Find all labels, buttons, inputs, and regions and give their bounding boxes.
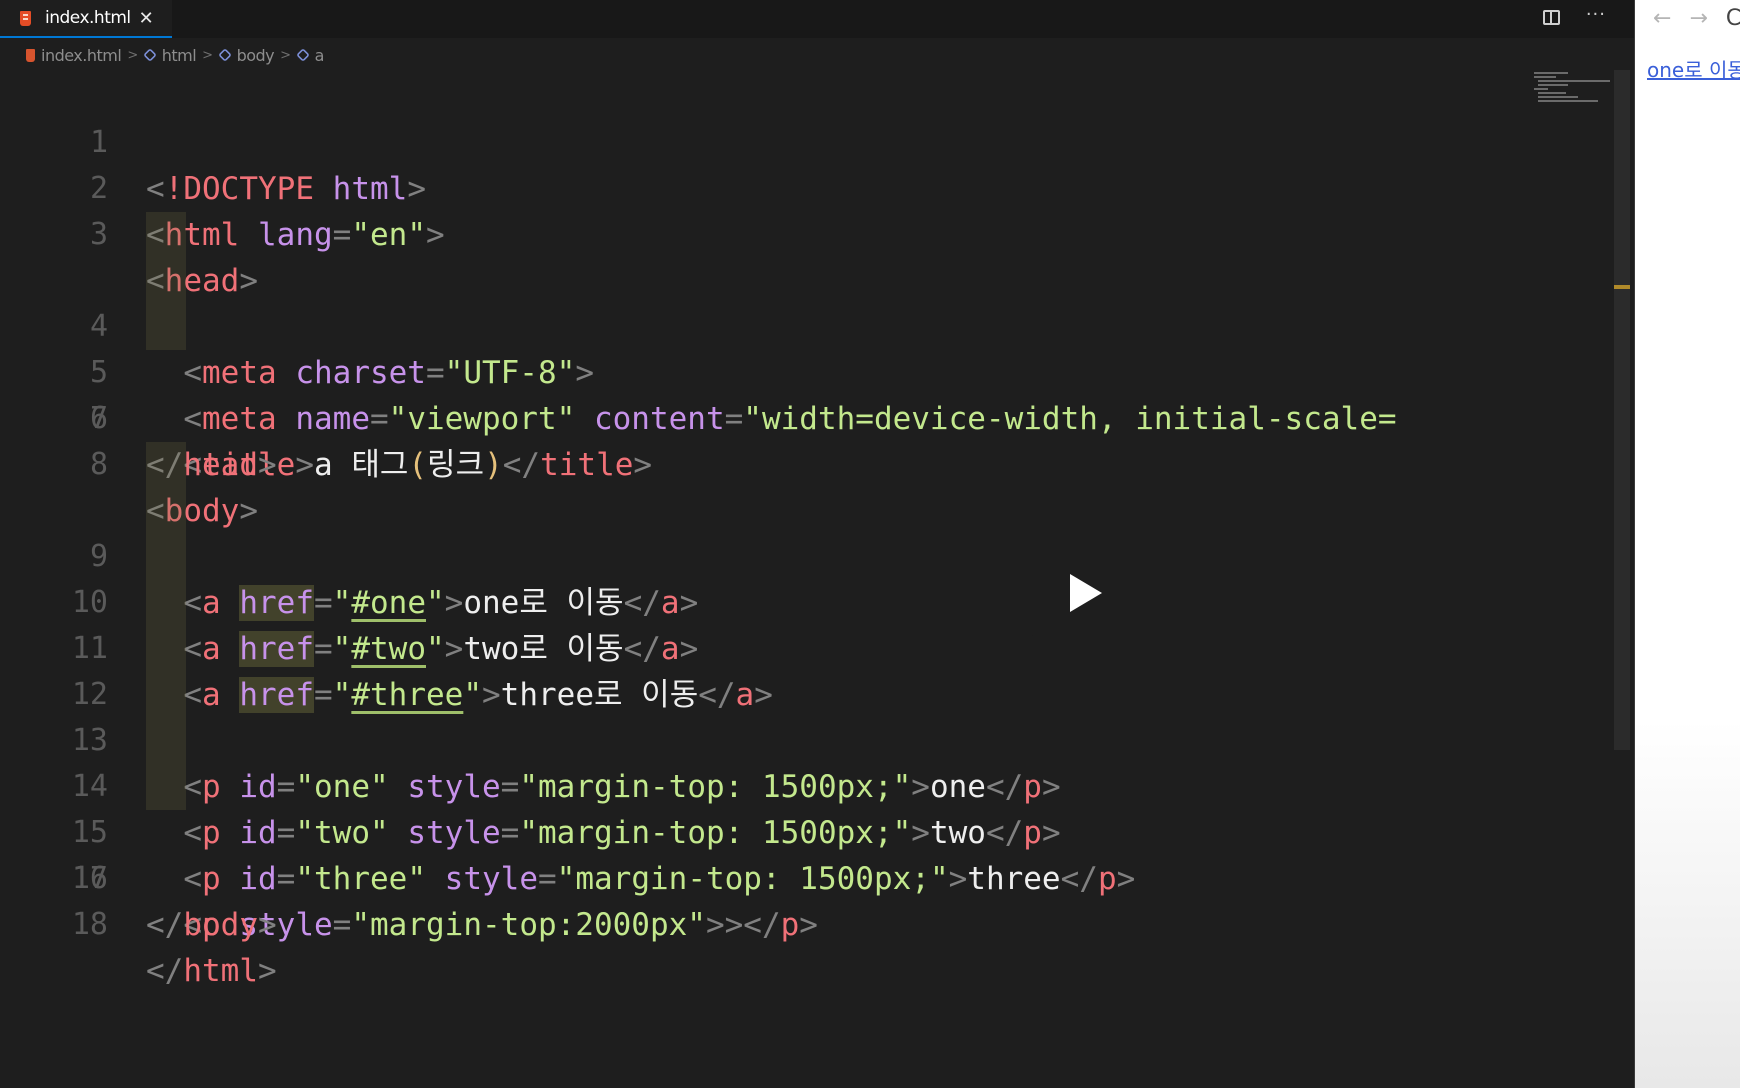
tab-bar: index.html ✕ ···	[0, 0, 1634, 38]
preview-background	[1635, 720, 1740, 1088]
more-actions-icon[interactable]: ···	[1586, 4, 1606, 25]
code-line: 7 </head>	[0, 350, 1530, 483]
code-line: 12	[0, 580, 1530, 712]
code-line: 9 <a href="#one">one로 이동</a>	[0, 442, 1530, 621]
code-line: 1 <!DOCTYPE html>	[0, 74, 1530, 207]
code-editor[interactable]: index.html ✕ ··· index.html > html > bod…	[0, 0, 1634, 1088]
minimap[interactable]	[1532, 70, 1612, 120]
html-element-icon	[217, 48, 232, 62]
tok: "margin-top:2000px"	[351, 907, 706, 943]
code-line: 11 <a href="#three">three로 이동</a>	[0, 534, 1530, 713]
indent-guide	[146, 442, 186, 488]
indent-guide	[146, 626, 186, 672]
tok: =	[332, 907, 352, 943]
code-line: 17 </body>	[0, 810, 1530, 943]
code-line: 13 <p id="one" style="margin-top: 1500px…	[0, 626, 1530, 805]
line-number: 18	[71, 907, 108, 942]
tok: p	[780, 907, 800, 943]
tok: >	[799, 907, 818, 943]
line-content: </html>	[146, 948, 277, 994]
breadcrumb-separator: >	[127, 47, 138, 63]
indent-guide	[146, 672, 186, 718]
forward-arrow-icon[interactable]: →	[1689, 6, 1707, 31]
tok: body	[183, 907, 258, 943]
code-line: 16 <p style="margin-top:2000px">></p>	[0, 764, 1530, 943]
html-file-icon	[20, 10, 31, 26]
code-line: 5 <meta name="viewport" content="width=d…	[0, 258, 1530, 437]
minimap-line	[1534, 76, 1556, 78]
breadcrumb-file[interactable]: index.html	[41, 46, 122, 65]
code-line: 10 <a href="#two">two로 이동</a>	[0, 488, 1530, 667]
code-line: 14 <p id="two" style="margin-top: 1500px…	[0, 672, 1530, 851]
code-line: 3 <head>	[0, 166, 1530, 299]
code-line: 18 </html>	[0, 856, 1530, 989]
minimap-line	[1534, 88, 1548, 90]
reload-icon[interactable]: C	[1726, 6, 1740, 31]
browser-preview: ← → C one로 이동	[1634, 0, 1740, 1088]
breadcrumb-body[interactable]: body	[237, 46, 275, 65]
minimap-line	[1538, 96, 1578, 98]
indent-guide	[146, 580, 186, 626]
tok: </	[146, 953, 184, 989]
code-line: 6 <title>a 태그(링크)</title>	[0, 304, 1530, 483]
tok: >	[257, 907, 277, 943]
editor-actions: ···	[1542, 4, 1606, 25]
tok: html	[183, 953, 258, 989]
indent-guide	[146, 258, 186, 304]
indent-guide	[146, 304, 186, 350]
tab-label: index.html	[45, 8, 131, 28]
code-line: 8 <body>	[0, 396, 1530, 529]
breadcrumb: index.html > html > body > a	[26, 44, 324, 66]
browser-nav: ← → C	[1653, 6, 1740, 31]
code-line: 15 <p id="three" style="margin-top: 1500…	[0, 718, 1530, 897]
back-arrow-icon[interactable]: ←	[1653, 6, 1671, 31]
minimap-line	[1538, 100, 1598, 102]
minimap-line	[1538, 80, 1610, 82]
minimap-line	[1538, 84, 1568, 86]
tok: ></	[724, 907, 781, 943]
scrollbar-marker	[1614, 285, 1630, 289]
indent-guide	[146, 718, 186, 764]
tok: </	[146, 907, 184, 943]
html-file-icon	[26, 48, 35, 62]
tab-index-html[interactable]: index.html ✕	[0, 0, 172, 38]
indent-guide	[146, 764, 186, 810]
play-icon	[1070, 574, 1102, 612]
code-area[interactable]: 1 <!DOCTYPE html> 2 <html lang="en"> 3 <…	[0, 74, 1530, 989]
tok: >	[705, 907, 725, 943]
breadcrumb-html[interactable]: html	[162, 46, 197, 65]
breadcrumb-a[interactable]: a	[315, 46, 325, 65]
breadcrumb-separator: >	[280, 47, 291, 63]
tok: >	[257, 953, 277, 989]
minimap-line	[1538, 92, 1566, 94]
code-line: 2 <html lang="en">	[0, 120, 1530, 253]
split-editor-icon[interactable]	[1542, 10, 1560, 25]
play-button[interactable]	[1022, 550, 1142, 636]
close-icon[interactable]: ✕	[139, 8, 154, 29]
preview-link-one[interactable]: one로 이동	[1647, 54, 1740, 83]
indent-guide	[146, 534, 186, 580]
minimap-line	[1534, 72, 1568, 74]
html-element-icon	[295, 48, 310, 62]
html-element-icon	[142, 48, 157, 62]
indent-guide	[146, 488, 186, 534]
code-line: 4 <meta charset="UTF-8">	[0, 212, 1530, 391]
screen: index.html ✕ ··· index.html > html > bod…	[0, 0, 1740, 1088]
vertical-scrollbar[interactable]	[1614, 70, 1630, 750]
breadcrumb-separator: >	[202, 47, 213, 63]
line-content: </body>	[146, 902, 277, 948]
indent-guide	[146, 212, 186, 258]
